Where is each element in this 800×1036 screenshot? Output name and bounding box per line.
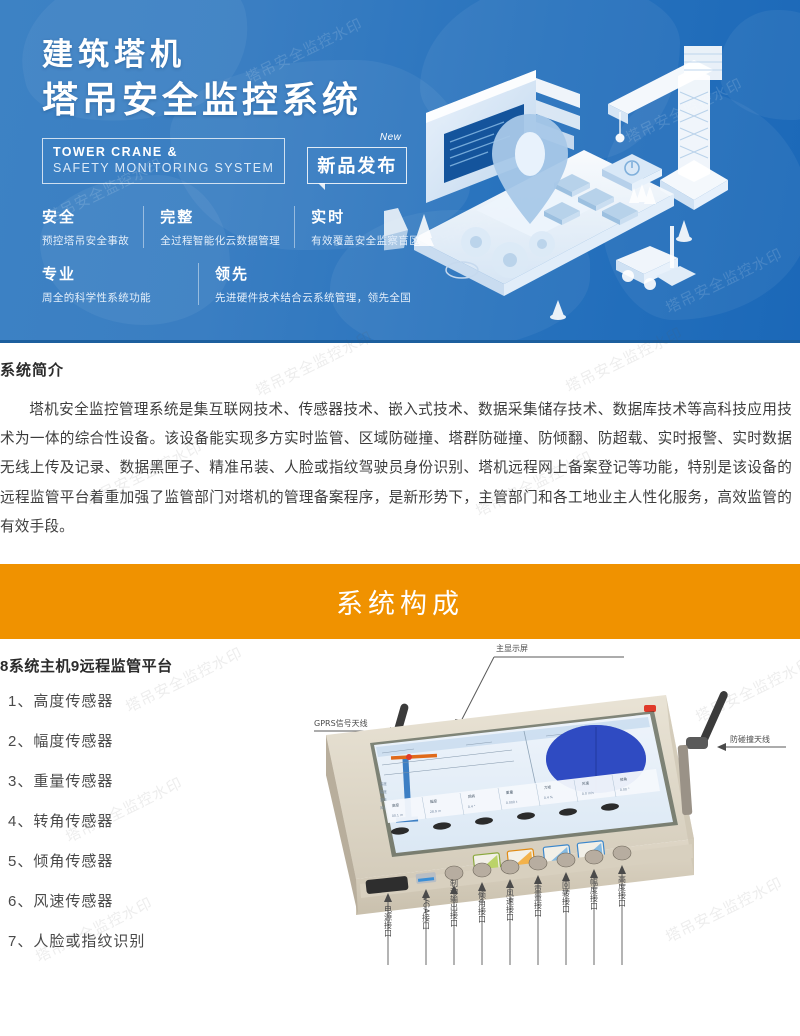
page-root: 塔吊安全监控水印 塔吊安全监控水印 塔吊安全监控水印 塔吊安全监控水印 塔吊安全… xyxy=(0,0,800,1036)
screen-readout-label: 幅度 xyxy=(430,798,438,804)
banner-subtitle-row: TOWER CRANE & SAFETY MONITORING SYSTEM N… xyxy=(42,132,434,191)
port-label: 重量接口 xyxy=(534,884,543,917)
feature-item-safety: 安全 预控塔吊安全事故 xyxy=(42,206,143,248)
port-label: 高度接口 xyxy=(618,874,627,907)
feature-item-leading: 领先 先进硬件技术结合云系统管理，领先全国 xyxy=(198,263,425,306)
port-label: VGA接口 xyxy=(422,896,431,929)
callout-gprs-antenna-label: GPRS信号天线 xyxy=(314,718,368,728)
screen-readout-label: 力矩 xyxy=(544,784,552,790)
callout-anticollision-antenna-label: 防碰撞天线 xyxy=(730,734,770,744)
banner-text-block: 建筑塔机 塔吊安全监控系统 TOWER CRANE & SAFETY MONIT… xyxy=(42,36,434,320)
feature-heading: 完整 xyxy=(160,209,195,227)
hero-banner: 塔吊安全监控水印 塔吊安全监控水印 塔吊安全监控水印 塔吊安全监控水印 塔吊安全… xyxy=(0,0,800,343)
port-label: 电源接口 xyxy=(384,904,393,937)
feature-item-realtime: 实时 有效覆盖安全监察盲区 xyxy=(294,206,434,249)
anticollision-antenna-icon xyxy=(686,691,728,749)
new-release-badge: New 新品发布 xyxy=(307,132,408,191)
screen-readout-label: 回转 xyxy=(468,793,476,799)
section-bar-composition: 系统构成 xyxy=(0,563,800,639)
port-label: 倾角接口 xyxy=(478,890,487,923)
badge-new-label: New xyxy=(379,132,402,144)
feature-heading: 领先 xyxy=(215,266,250,284)
svg-text:0.4 °: 0.4 ° xyxy=(468,804,476,809)
screen-readout-label: 倾角 xyxy=(620,776,628,782)
intro-section: 塔吊安全监控水印 塔吊安全监控水印 塔吊安全监控水印 塔吊安全监控水印 系统简介… xyxy=(0,324,800,542)
feature-desc: 全过程智能化云数据管理 xyxy=(160,235,281,248)
feature-desc: 有效覆盖安全监察盲区 xyxy=(311,235,421,248)
intro-heading: 系统简介 xyxy=(0,362,65,379)
feature-item-professional: 专业 周全的科学性系统功能 xyxy=(42,263,198,305)
feature-heading: 安全 xyxy=(42,209,77,227)
feature-desc: 先进硬件技术结合云系统管理，领先全国 xyxy=(215,292,412,305)
isometric-illustration xyxy=(384,46,728,320)
section-bar-label: 系统构成 xyxy=(336,588,464,619)
banner-title-line1: 建筑塔机 xyxy=(42,37,186,72)
feature-heading: 专业 xyxy=(42,266,77,284)
svg-text:幅度: 幅度 xyxy=(380,789,387,794)
intro-body-text: 塔机安全监控管理系统是集互联网技术、传感器技术、嵌入式技术、数据采集储存技术、数… xyxy=(0,402,792,535)
device-diagram: 主显示屏 GPRS信号天线 防碰撞天线 高度幅度 回转风速 高度 幅度 回转 重… xyxy=(314,643,786,965)
screen-readout-label: 高度 xyxy=(392,802,400,808)
feature-row-2: 专业 周全的科学性系统功能 领先 先进硬件技术结合云系统管理，领先全国 xyxy=(42,263,434,306)
feature-grid: 安全 预控塔吊安全事故 完整 全过程智能化云数据管理 实时 有效覆盖安全监察盲区… xyxy=(42,206,434,306)
screen-readout-label: 风速 xyxy=(582,780,590,786)
composition-section: 塔吊安全监控水印 塔吊安全监控水印 塔吊安全监控水印 塔吊安全监控水印 塔吊安全… xyxy=(0,639,800,999)
english-line-2: SAFETY MONITORING SYSTEM xyxy=(53,161,275,176)
badge-main-label: 新品发布 xyxy=(307,147,408,191)
port-label: 风速接口 xyxy=(506,889,515,921)
feature-desc: 预控塔吊安全事故 xyxy=(42,235,130,248)
feature-heading: 实时 xyxy=(311,209,346,227)
banner-title-line2: 塔吊安全监控系统 xyxy=(42,78,363,120)
callout-main-display-label: 主显示屏 xyxy=(496,643,528,653)
port-label: 幅度接口 xyxy=(590,877,599,910)
screen-readout-label: 重量 xyxy=(506,789,514,795)
feature-desc: 周全的科学性系统功能 xyxy=(42,292,151,305)
callout-anticollision-antenna: 防碰撞天线 xyxy=(717,734,786,751)
feature-item-complete: 完整 全过程智能化云数据管理 xyxy=(143,206,294,249)
feature-row-1: 安全 预控塔吊安全事故 完整 全过程智能化云数据管理 实时 有效覆盖安全监察盲区 xyxy=(42,206,434,249)
port-label: 制动输出接口 xyxy=(450,878,459,927)
english-subtitle-box: TOWER CRANE & SAFETY MONITORING SYSTEM xyxy=(42,137,286,185)
english-line-1: TOWER CRANE & xyxy=(53,144,178,159)
svg-text:高度: 高度 xyxy=(380,781,387,786)
port-label: 回转接口 xyxy=(562,881,571,913)
